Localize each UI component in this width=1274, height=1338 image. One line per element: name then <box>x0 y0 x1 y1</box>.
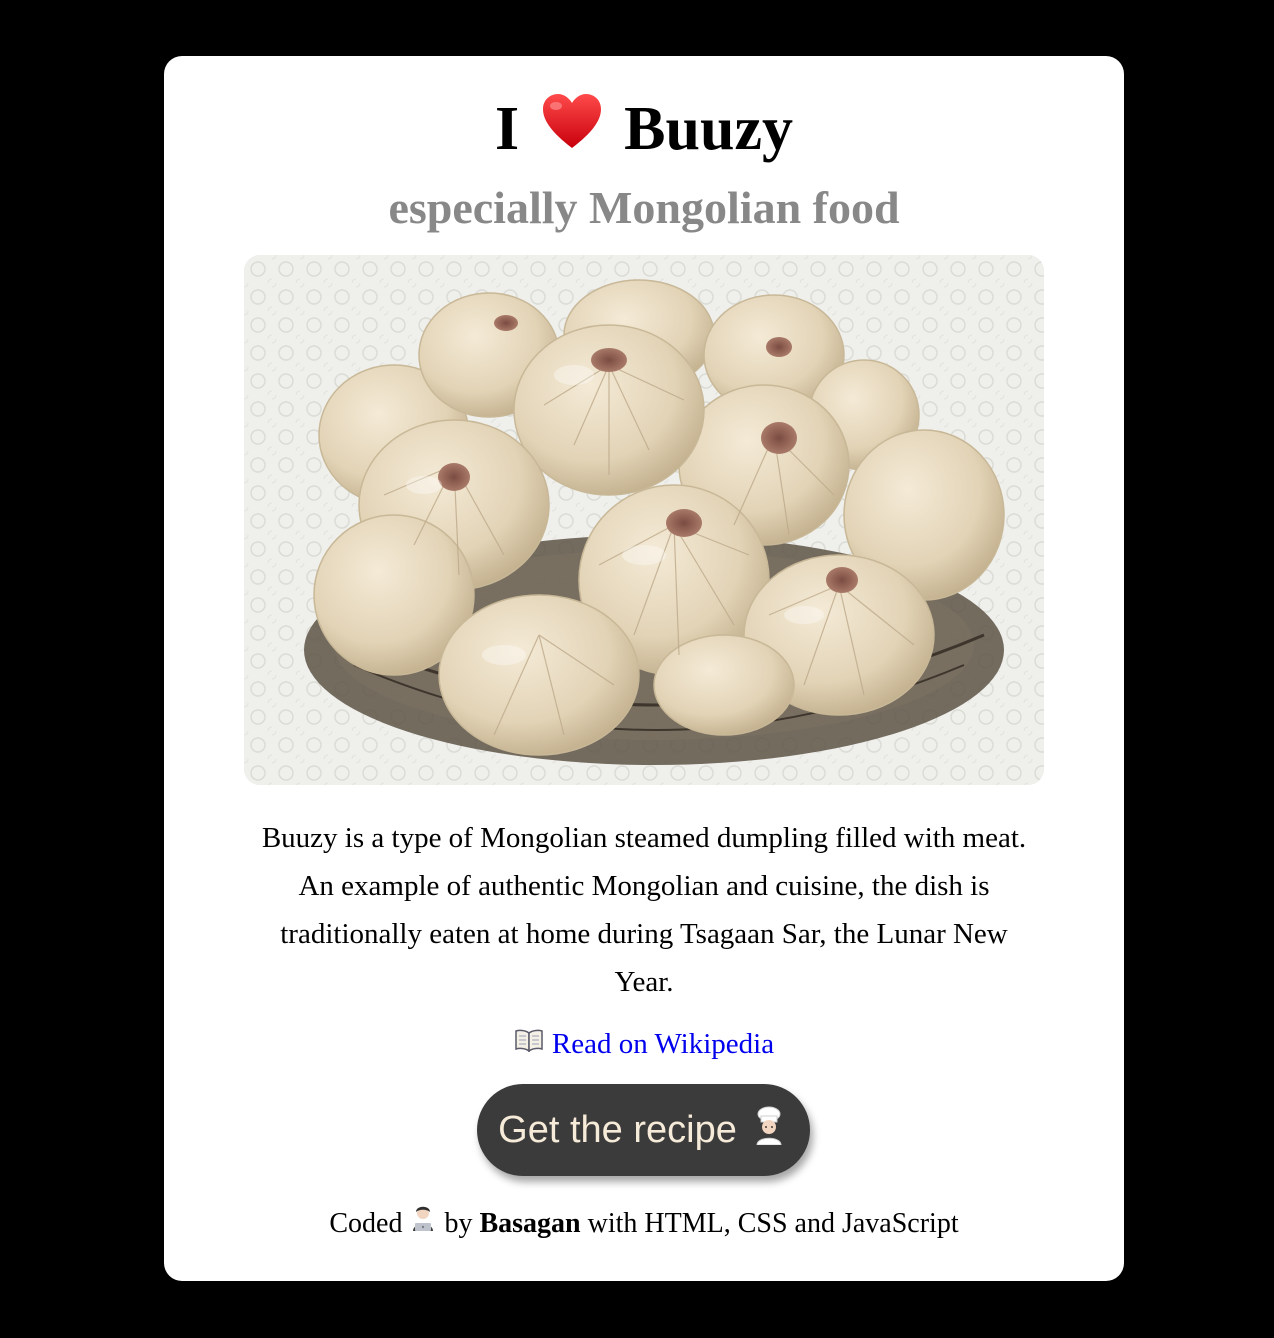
wikipedia-link[interactable]: Read on Wikipedia <box>552 1028 774 1060</box>
get-recipe-button[interactable]: Get the recipe <box>477 1084 810 1176</box>
credits-line: Coded by Basagan with HTML, CSS and Java… <box>164 1206 1124 1245</box>
cook-icon <box>749 1105 789 1155</box>
description-text: Buuzy is a type of Mongolian steamed dum… <box>261 822 1027 998</box>
credits-by: by <box>444 1208 473 1239</box>
open-book-icon <box>514 1023 544 1063</box>
title-suffix: Buuzy <box>624 95 793 163</box>
content-card: I Buuzy especially Mongolian food Buuzy … <box>164 56 1124 1281</box>
page-title: I Buuzy <box>164 94 1124 171</box>
credits-author: Basagan <box>479 1208 581 1239</box>
credits-suffix: with HTML, CSS and JavaScript <box>587 1208 959 1239</box>
buuz-photo <box>244 255 1044 785</box>
red-heart-icon <box>541 92 603 165</box>
title-prefix: I <box>495 95 520 163</box>
technologist-icon <box>409 1204 437 1242</box>
page-subtitle: especially Mongolian food <box>388 182 900 233</box>
wikipedia-link-row: Read on Wikipedia <box>164 1024 1124 1066</box>
credits-prefix: Coded <box>329 1208 403 1239</box>
recipe-button-label: Get the recipe <box>498 1108 737 1151</box>
